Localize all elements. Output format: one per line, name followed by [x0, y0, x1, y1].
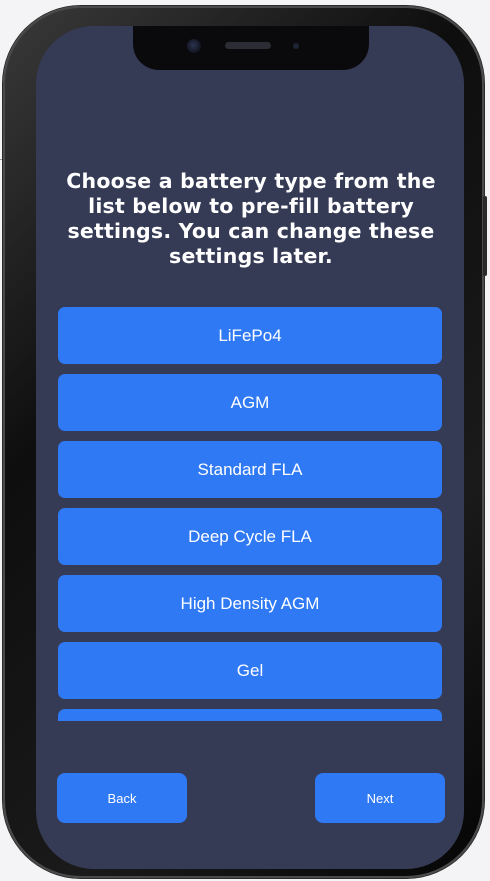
battery-option-deep-cycle-fla[interactable]: Deep Cycle FLA	[58, 508, 442, 565]
battery-type-instructions: Choose a battery type from the list belo…	[66, 169, 436, 268]
sensor-icon	[293, 43, 299, 49]
battery-type-list[interactable]: LiFePo4 AGM Standard FLA Deep Cycle FLA …	[58, 307, 442, 721]
earpiece-speaker	[225, 42, 271, 49]
phone-notch	[133, 26, 369, 70]
next-button[interactable]: Next	[315, 773, 445, 823]
battery-option-standard-fla[interactable]: Standard FLA	[58, 441, 442, 498]
battery-option-gel[interactable]: Gel	[58, 642, 442, 699]
battery-option-partially-visible[interactable]	[58, 709, 442, 721]
phone-frame: Choose a battery type from the list belo…	[3, 6, 487, 878]
app-screen: Choose a battery type from the list belo…	[36, 26, 464, 869]
battery-option-lifepo4[interactable]: LiFePo4	[58, 307, 442, 364]
back-button[interactable]: Back	[57, 773, 187, 823]
front-camera-icon	[187, 39, 201, 53]
battery-option-high-density-agm[interactable]: High Density AGM	[58, 575, 442, 632]
battery-option-agm[interactable]: AGM	[58, 374, 442, 431]
side-button	[483, 196, 487, 276]
